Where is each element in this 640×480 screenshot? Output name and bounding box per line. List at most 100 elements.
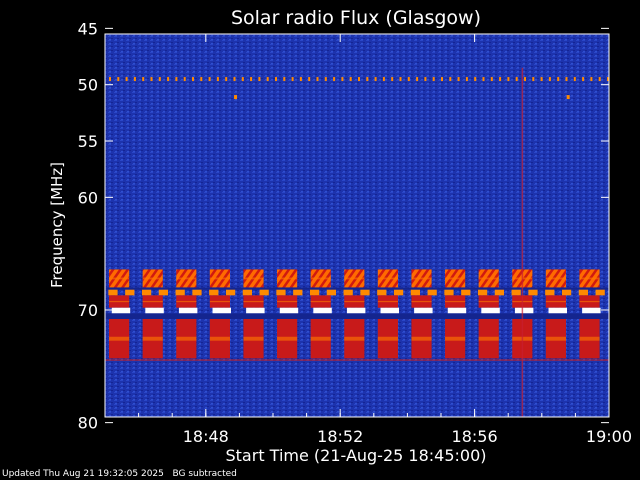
band-segment: [279, 307, 299, 314]
y-axis-label: Frequency [MHz]: [48, 162, 66, 288]
band-segment: [313, 307, 332, 314]
band-segment-hot: [445, 277, 466, 280]
band-segment-hot: [445, 336, 466, 341]
band-segment-hot: [176, 336, 197, 341]
band-segment: [360, 289, 370, 296]
x-tick-label: 18:52: [317, 427, 363, 446]
band-segment-hot: [478, 336, 499, 341]
line-dot: [507, 77, 510, 82]
line-dot: [150, 77, 153, 82]
line-dot: [158, 77, 161, 82]
line-dot: [407, 77, 410, 82]
band-segment-hot: [377, 336, 398, 341]
line-dot: [490, 77, 493, 82]
line-dot: [175, 77, 178, 82]
line-dot: [515, 77, 518, 82]
band-segment-hot: [411, 277, 432, 280]
line-dot: [341, 77, 344, 82]
band-segment: [578, 289, 588, 296]
band-1: [105, 287, 609, 290]
band-segment: [477, 289, 488, 296]
chart-title: Solar radio Flux (Glasgow): [231, 7, 481, 29]
y-tick-label: 60: [78, 188, 98, 207]
line-dot: [573, 77, 576, 82]
band-segment: [175, 289, 185, 296]
band-segment: [414, 307, 433, 314]
line-dot: [374, 77, 377, 82]
line-dot: [416, 77, 419, 82]
line-dot: [540, 77, 543, 82]
band-segment: [111, 307, 131, 314]
spike-line: [521, 67, 524, 417]
band-segment-hot: [478, 300, 499, 303]
band-segment-hot: [310, 277, 331, 280]
band-segment: [108, 289, 118, 296]
x-tick-label: 19:00: [586, 427, 632, 446]
band-6: [109, 318, 600, 359]
line-dot: [200, 77, 203, 82]
band-segment: [343, 289, 353, 296]
band-segment-hot: [142, 300, 163, 303]
band-segment: [561, 289, 572, 296]
line-1: [105, 359, 609, 361]
band-segment-hot: [411, 300, 432, 303]
band-fill: [105, 313, 609, 319]
band-segment: [461, 289, 471, 296]
band-segment: [192, 289, 202, 296]
band-segment: [259, 289, 269, 296]
line-dot: [482, 77, 485, 82]
line-dot: [524, 77, 526, 82]
x-tick-label: 18:48: [183, 427, 229, 446]
line-dot: [275, 77, 277, 82]
band-segment-hot: [545, 336, 566, 341]
band-0: [109, 269, 600, 288]
band-segment-hot: [109, 300, 130, 303]
line-dot: [109, 77, 111, 82]
band-segment-hot: [445, 300, 466, 303]
line-dot: [499, 77, 502, 82]
line-dot: [208, 77, 211, 82]
line-dot: [382, 77, 385, 82]
line-dot: [590, 77, 593, 82]
band-segment-hot: [277, 277, 298, 280]
band-segment-hot: [142, 277, 163, 280]
line-dot: [216, 77, 219, 82]
line-dot: [449, 77, 452, 82]
footer-updated: Updated Thu Aug 21 19:32:05 2025: [2, 469, 164, 479]
line-dot: [299, 77, 302, 82]
line-dot: [324, 77, 327, 82]
line-dot: [233, 77, 236, 82]
band-segment: [293, 289, 303, 296]
line-dot: [266, 77, 269, 82]
line-dot: [399, 77, 402, 82]
band-segment: [427, 289, 437, 296]
line-dot: [117, 77, 120, 82]
line-dot: [366, 77, 369, 82]
y-tick-label: 55: [78, 132, 98, 151]
line-dot: [465, 77, 468, 82]
band-segment: [410, 289, 420, 296]
line-dot: [183, 77, 186, 82]
band-segment: [242, 289, 252, 296]
band-segment-hot: [545, 300, 566, 303]
line-dot: [349, 77, 352, 82]
band-segment-hot: [478, 277, 499, 280]
footer-note: BG subtracted: [172, 469, 237, 479]
y-tick-label: 50: [78, 76, 98, 95]
line-dot: [241, 77, 244, 82]
line-dot: [167, 77, 170, 82]
band-segment-hot: [310, 300, 331, 303]
line-dot: [391, 77, 394, 82]
band-segment-hot: [377, 277, 398, 280]
band-segment-hot: [243, 300, 264, 303]
line-dot: [358, 77, 360, 82]
band-segment: [158, 289, 168, 296]
line-dot: [291, 77, 294, 82]
band-segment-hot: [411, 336, 432, 341]
band-segment-hot: [142, 336, 163, 341]
line-dot: [432, 77, 435, 82]
line-dot: [333, 77, 336, 82]
line-solid: [105, 359, 609, 361]
band-segment: [582, 307, 601, 314]
band-segment-hot: [344, 336, 365, 341]
